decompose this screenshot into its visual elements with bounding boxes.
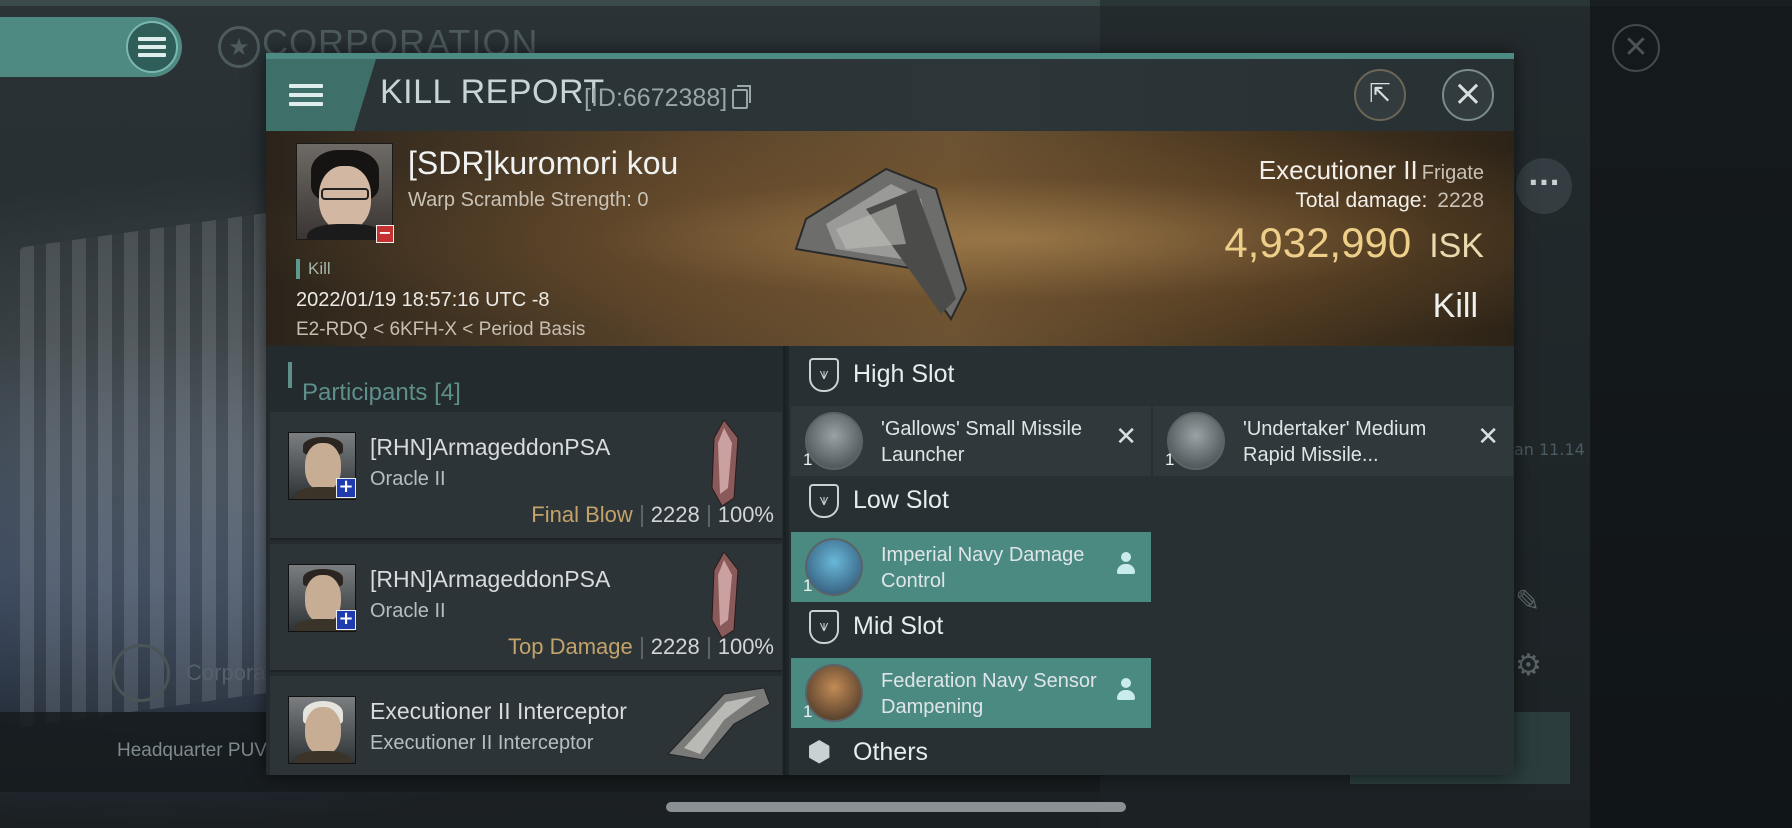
fittings-panel: ⩛ High Slot 1 'Gallows' Small Missile La… xyxy=(789,346,1514,775)
participant-row[interactable]: + [RHN]ArmageddonPSA Oracle II Final Blo… xyxy=(270,412,782,540)
copy-icon[interactable] xyxy=(732,85,751,109)
destroyed-x-icon: ✕ xyxy=(1477,422,1499,452)
headquarter-label: Headquarter PUV xyxy=(117,740,267,761)
victim-ship-image[interactable] xyxy=(766,149,1006,339)
list-icon xyxy=(289,79,323,111)
close-icon: × xyxy=(1452,73,1484,114)
cube-icon: ⬢ xyxy=(807,735,832,768)
high-slot-header: ⩛ High Slot xyxy=(789,346,1514,402)
share-button[interactable]: ⇱ xyxy=(1354,69,1406,121)
mid-slot-label: Mid Slot xyxy=(853,612,944,640)
module-name: Imperial Navy Damage Control xyxy=(881,544,1085,592)
modal-header: KILL REPORT [ID:6672388] ⇱ × xyxy=(266,59,1514,131)
standing-plus-icon: + xyxy=(336,478,356,498)
kill-id: [ID:6672388] xyxy=(584,84,728,112)
participant-name: Executioner II Interceptor xyxy=(370,698,627,724)
kill-location[interactable]: E2-RDQ < 6KFH-X < Period Basis xyxy=(296,319,585,341)
participant-ship-image xyxy=(711,551,739,639)
modal-menu-button[interactable] xyxy=(266,59,376,131)
corp-mini-label: Corpora xyxy=(186,660,266,685)
kill-tag: Kill xyxy=(296,259,331,279)
participant-row[interactable]: Executioner II Interceptor Executioner I… xyxy=(270,676,782,775)
menu-icon xyxy=(138,33,166,61)
module-name: 'Undertaker' Medium Rapid Missile... xyxy=(1243,418,1427,466)
destroyed-x-icon: ✕ xyxy=(1115,422,1137,452)
high-slot-icon: ⩛ xyxy=(809,358,839,392)
isk-value: 4,932,990 ISK xyxy=(1224,219,1484,266)
more-options-icon[interactable]: ··· xyxy=(1516,158,1572,214)
share-icon: ⇱ xyxy=(1369,79,1391,109)
kill-report-modal: KILL REPORT [ID:6672388] ⇱ × − [SDR]kuro… xyxy=(266,53,1514,775)
ship-class: Frigate xyxy=(1421,162,1484,184)
high-slot-label: High Slot xyxy=(853,360,955,388)
participant-ship: Oracle II xyxy=(370,600,446,622)
participants-heading: Participants [4] xyxy=(288,362,783,406)
participants-panel: Participants [4] + [RHN]ArmageddonPSA Or… xyxy=(266,346,786,775)
participant-ship: Executioner II Interceptor xyxy=(370,732,594,754)
victim-ship-name[interactable]: Executioner II Frigate xyxy=(1259,155,1484,186)
main-menu-button[interactable] xyxy=(0,17,182,77)
settings-edit-icon[interactable]: ⚙ xyxy=(1515,648,1542,683)
participants-count: [4] xyxy=(434,379,461,406)
missile-launcher-icon xyxy=(1167,412,1225,470)
participant-name: [RHN]ArmageddonPSA xyxy=(370,434,611,460)
module-card[interactable]: 1 'Undertaker' Medium Rapid Missile... ✕ xyxy=(1153,406,1513,476)
participant-ship-image xyxy=(711,419,739,507)
module-qty: 1 xyxy=(1165,450,1175,469)
participant-stats: Top Damage 2228 100% xyxy=(508,634,774,660)
dropped-person-icon xyxy=(1115,552,1137,578)
low-slot-label: Low Slot xyxy=(853,486,949,514)
edit-icon[interactable]: ✎ xyxy=(1515,584,1540,619)
missile-launcher-icon xyxy=(805,412,863,470)
corp-mini-icon[interactable] xyxy=(112,644,170,702)
module-name: Federation Navy Sensor Dampening xyxy=(881,670,1097,718)
mid-slot-icon: ⩛ xyxy=(809,610,839,644)
others-header: ⬢ Others xyxy=(789,724,1514,775)
modal-title: KILL REPORT xyxy=(380,73,605,111)
victim-banner: − [SDR]kuromori kou Warp Scramble Streng… xyxy=(266,131,1514,346)
victim-name[interactable]: [SDR]kuromori kou xyxy=(408,145,678,182)
background-snippet: Nan 11.14 xyxy=(1502,440,1585,459)
low-slot-header: ⩛ Low Slot xyxy=(789,472,1514,528)
warp-scramble: Warp Scramble Strength: 0 xyxy=(408,189,649,211)
participant-stats: Final Blow 2228 100% xyxy=(531,502,774,528)
background-close-icon[interactable]: ✕ xyxy=(1612,24,1660,72)
mid-slot-header: ⩛ Mid Slot xyxy=(789,598,1514,654)
damage-control-icon xyxy=(805,538,863,596)
module-name: 'Gallows' Small Missile Launcher xyxy=(881,418,1083,466)
participant-ship-image xyxy=(666,687,771,761)
background-right-edge xyxy=(1590,0,1792,828)
participant-row[interactable]: + [RHN]ArmageddonPSA Oracle II Top Damag… xyxy=(270,544,782,672)
kill-datetime: 2022/01/19 18:57:16 UTC -8 xyxy=(296,289,550,311)
corporation-star-icon: ★ xyxy=(218,26,260,68)
module-card[interactable]: 1 Imperial Navy Damage Control xyxy=(791,532,1151,602)
module-qty: 1 xyxy=(803,576,813,595)
participant-ship: Oracle II xyxy=(370,468,446,490)
module-qty: 1 xyxy=(803,450,813,469)
outcome-label: Kill xyxy=(1432,287,1478,325)
others-label: Others xyxy=(853,738,929,766)
home-indicator[interactable] xyxy=(666,802,1126,812)
total-damage: Total damage: 2228 xyxy=(1295,189,1484,212)
dropped-person-icon xyxy=(1115,678,1137,704)
standing-plus-icon: + xyxy=(336,610,356,630)
module-card[interactable]: 1 Federation Navy Sensor Dampening xyxy=(791,658,1151,728)
standing-minus-icon: − xyxy=(376,225,394,243)
sensor-dampener-icon xyxy=(805,664,863,722)
participant-name: [RHN]ArmageddonPSA xyxy=(370,566,611,592)
module-card[interactable]: 1 'Gallows' Small Missile Launcher ✕ xyxy=(791,406,1151,476)
close-button[interactable]: × xyxy=(1442,69,1494,121)
participant-portrait[interactable] xyxy=(288,696,356,764)
low-slot-icon: ⩛ xyxy=(809,484,839,518)
module-qty: 1 xyxy=(803,702,813,721)
